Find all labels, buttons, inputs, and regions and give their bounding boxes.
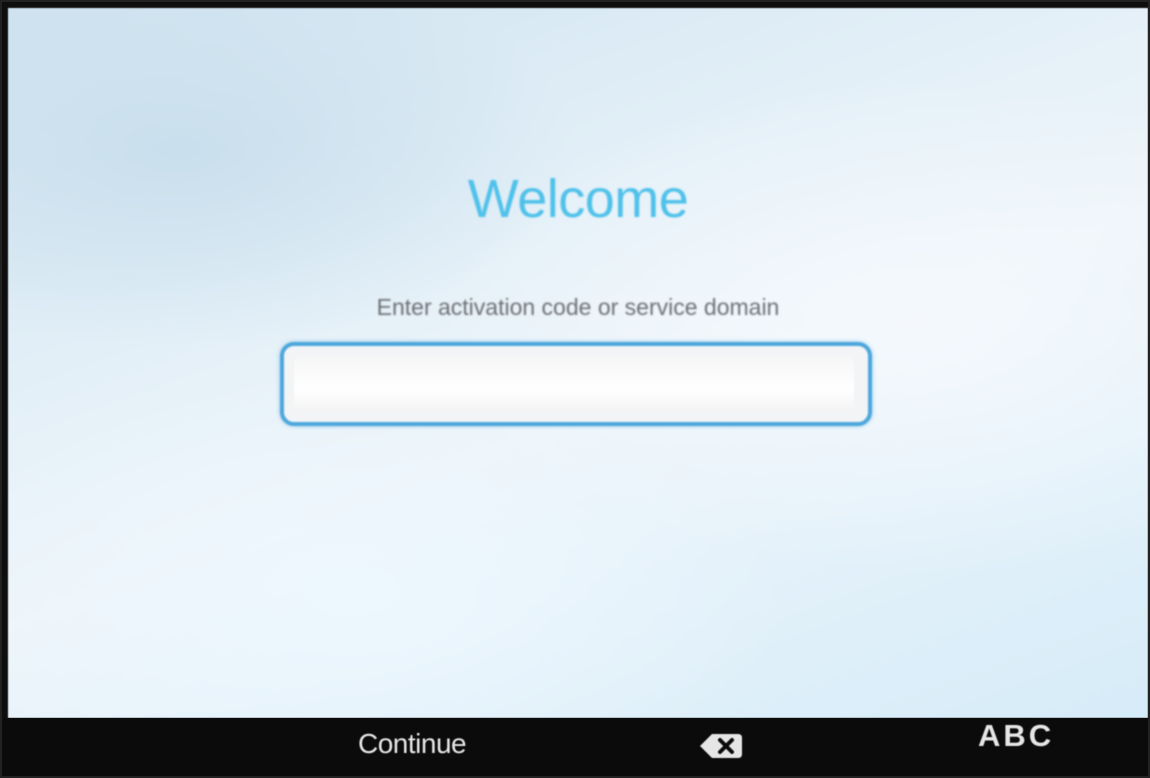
- device-screen-frame: Welcome Enter activation code or service…: [0, 0, 1150, 778]
- welcome-screen: Welcome Enter activation code or service…: [8, 8, 1148, 718]
- activation-prompt: Enter activation code or service domain: [376, 294, 780, 320]
- backspace-icon: [700, 734, 742, 758]
- activation-input-box[interactable]: [280, 342, 872, 426]
- abc-input-mode-button[interactable]: ABC: [978, 718, 1054, 754]
- welcome-title: Welcome: [467, 169, 689, 229]
- backspace-button[interactable]: [696, 728, 746, 764]
- continue-button[interactable]: Continue: [358, 728, 467, 760]
- activation-code-input[interactable]: [294, 356, 854, 412]
- softkey-bar: Continue ABC: [2, 718, 1148, 776]
